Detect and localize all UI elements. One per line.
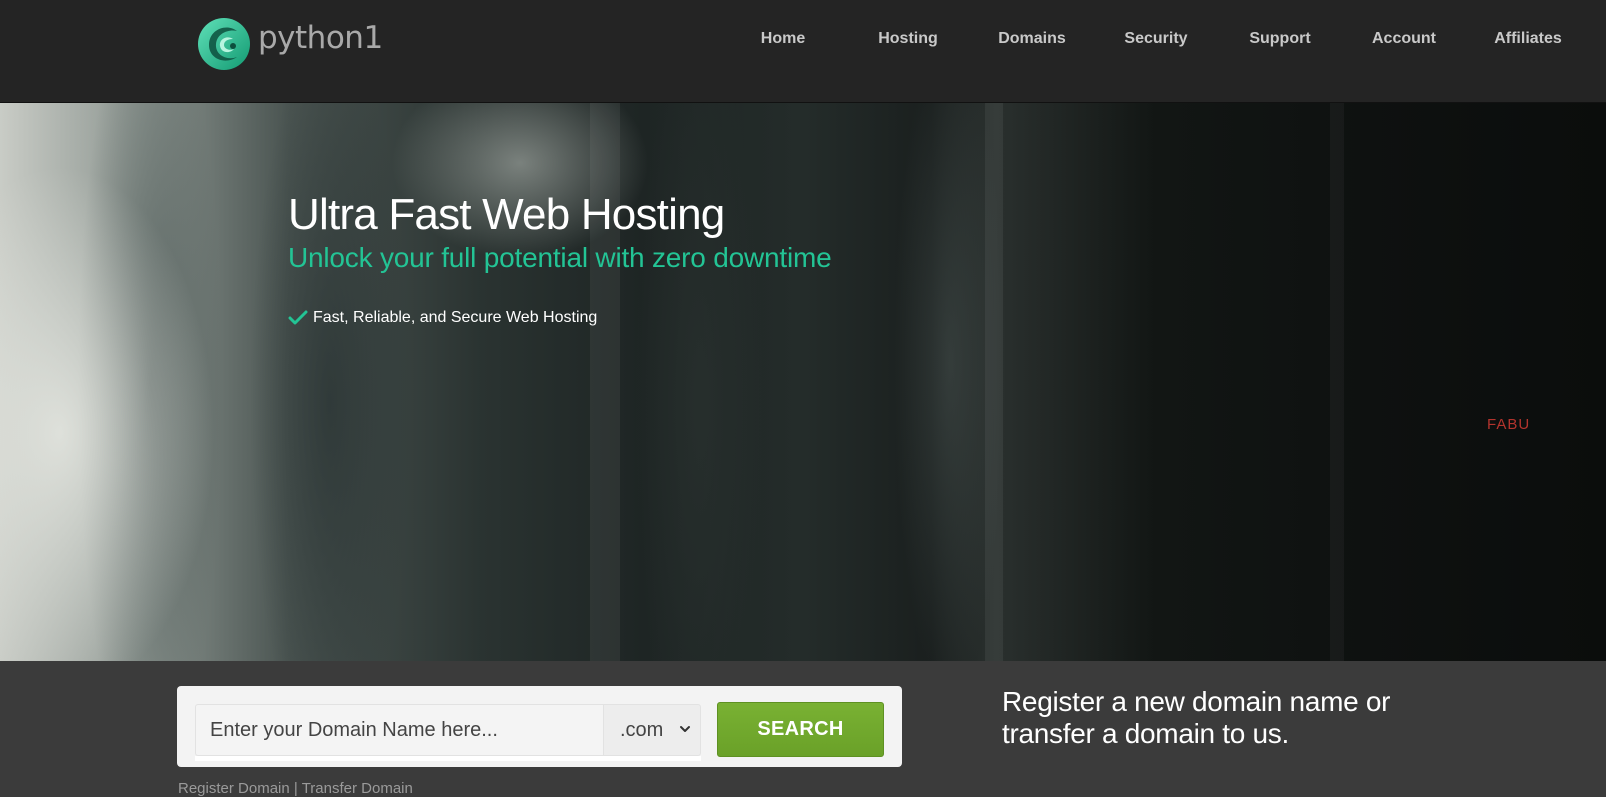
nav-item-security[interactable]: Security xyxy=(1124,30,1187,48)
nav-item-hosting[interactable]: Hosting xyxy=(878,30,938,48)
logo-icon xyxy=(198,18,250,70)
hero-background-streak xyxy=(985,103,1003,661)
nav-item-home[interactable]: Home xyxy=(761,30,805,48)
search-button[interactable]: SEARCH xyxy=(717,702,884,757)
domain-search-section: .com SEARCH Register Domain | Transfer D… xyxy=(0,661,1606,797)
logo-link[interactable]: python1 xyxy=(197,16,383,72)
domain-links: Register Domain | Transfer Domain xyxy=(178,780,413,797)
hero-title: Ultra Fast Web Hosting xyxy=(288,190,725,239)
site-header: python1 Home Hosting Domains Security Su… xyxy=(0,0,1606,103)
hero-background-streak xyxy=(1330,103,1344,661)
check-icon xyxy=(288,310,308,325)
domain-search-box: .com SEARCH xyxy=(177,686,902,767)
tld-selected-value: .com xyxy=(620,718,664,741)
brand-name: python1 xyxy=(258,20,383,56)
hero-content: Ultra Fast Web Hosting Unlock your full … xyxy=(288,190,832,327)
domain-search-input[interactable] xyxy=(195,704,603,756)
nav-item-support[interactable]: Support xyxy=(1249,30,1310,48)
hero-background-streak xyxy=(590,103,620,661)
link-separator: | xyxy=(289,780,302,797)
register-domain-link[interactable]: Register Domain xyxy=(178,780,290,797)
tld-select[interactable]: .com xyxy=(603,704,701,756)
input-underline xyxy=(195,756,701,761)
nav-item-affiliates[interactable]: Affiliates xyxy=(1494,30,1562,48)
watermark-logo: FABU xyxy=(1487,416,1531,433)
hero-feature-text: Fast, Reliable, and Secure Web Hosting xyxy=(313,309,598,326)
nav-item-domains[interactable]: Domains xyxy=(998,30,1066,48)
nav-item-account[interactable]: Account xyxy=(1372,30,1436,48)
hero-feature: Fast, Reliable, and Secure Web Hosting xyxy=(288,309,831,327)
hero-banner: Ultra Fast Web Hosting Unlock your full … xyxy=(0,103,1606,661)
chevron-down-icon xyxy=(680,726,690,732)
register-promo-text: Register a new domain name or transfer a… xyxy=(1002,686,1391,749)
hero-subtitle: Unlock your full potential with zero dow… xyxy=(288,242,832,273)
transfer-domain-link[interactable]: Transfer Domain xyxy=(302,780,413,797)
